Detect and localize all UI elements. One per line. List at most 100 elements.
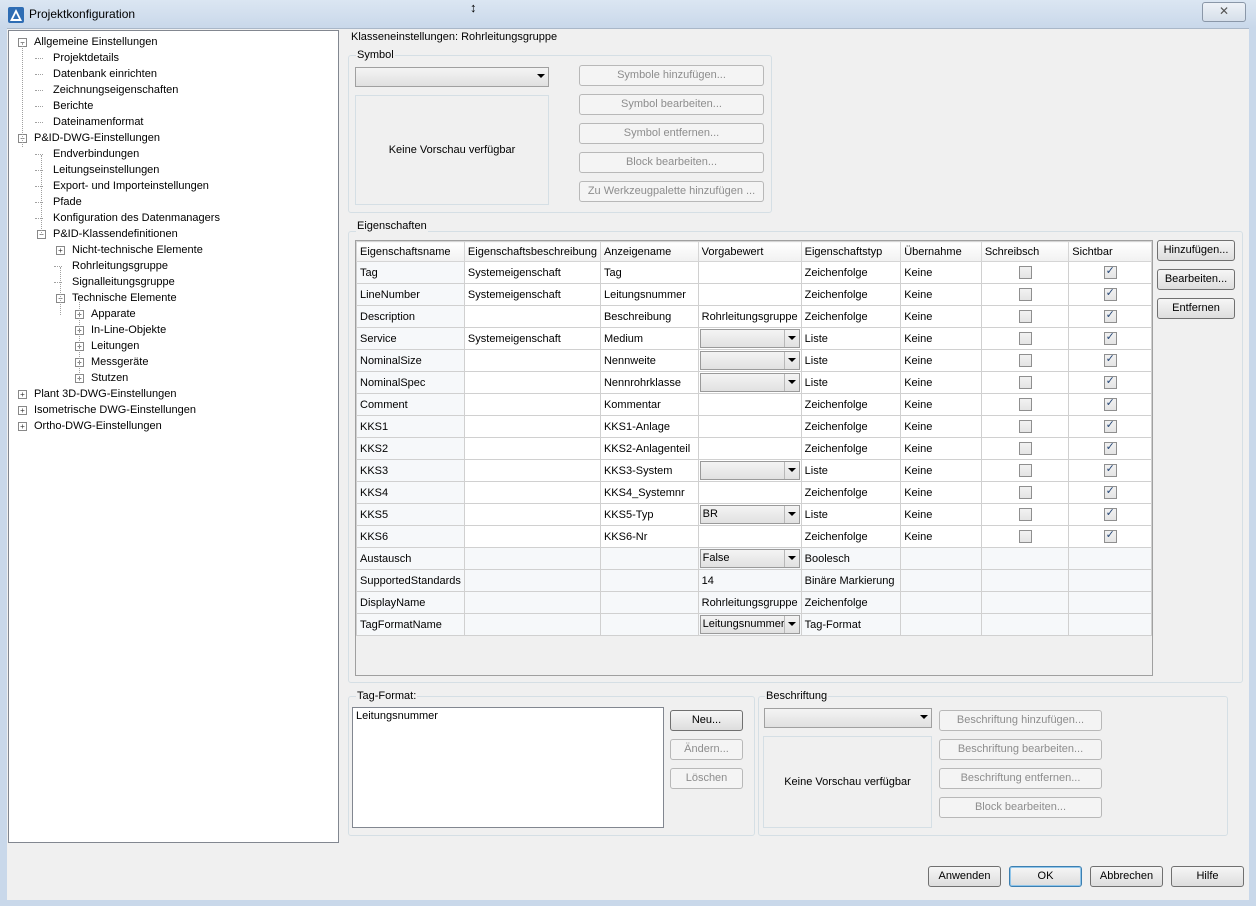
default-value-combo[interactable] [699, 461, 800, 480]
table-cell[interactable]: Nennrohrklasse [599, 371, 699, 394]
visible-checkbox[interactable] [1103, 484, 1117, 499]
table-cell[interactable]: Keine [900, 305, 982, 328]
table-cell[interactable] [1068, 503, 1152, 526]
table-row[interactable]: Service Systemeigenschaft Medium Liste Keine [356, 327, 1152, 350]
table-cell[interactable]: Zeichenfolge [800, 415, 902, 438]
table-cell[interactable] [980, 393, 1070, 416]
tag-format-list[interactable]: Leitungsnummer [352, 707, 664, 828]
tree-item[interactable]: Pfade [53, 195, 82, 209]
table-cell[interactable] [697, 525, 802, 548]
table-cell[interactable]: Keine [900, 371, 982, 394]
table-cell[interactable] [697, 393, 802, 416]
cancel-button[interactable]: Abbrechen [1090, 866, 1163, 887]
table-cell[interactable]: KKS1-Anlage [599, 415, 699, 438]
table-cell[interactable]: KKS5 [356, 503, 465, 526]
labeling-action-button[interactable]: Beschriftung hinzufügen... [939, 710, 1102, 731]
table-cell[interactable] [1068, 569, 1152, 592]
tree-item[interactable]: Zeichnungseigenschaften [53, 83, 178, 97]
tree-item[interactable]: P&ID-DWG-Einstellungen [34, 131, 160, 145]
tree-item[interactable]: Berichte [53, 99, 93, 113]
table-cell[interactable] [463, 305, 601, 328]
ok-button[interactable]: OK [1009, 866, 1082, 887]
table-cell[interactable] [900, 547, 982, 570]
table-cell[interactable] [980, 591, 1070, 614]
table-cell[interactable]: Liste [800, 503, 902, 526]
table-cell[interactable]: KKS3 [356, 459, 465, 482]
table-cell[interactable]: Keine [900, 525, 982, 548]
symbol-combo[interactable] [355, 67, 549, 87]
table-cell[interactable] [697, 327, 802, 350]
table-cell[interactable]: NominalSize [356, 349, 465, 372]
table-row[interactable]: Description Beschreibung Rohrleitungsgrupp… [356, 305, 1152, 328]
expand-icon[interactable]: + [18, 422, 27, 431]
table-cell[interactable]: DisplayName [356, 591, 465, 614]
default-value-combo[interactable]: False [699, 549, 800, 568]
readonly-checkbox[interactable] [1018, 530, 1032, 543]
table-cell[interactable]: Boolesch [800, 547, 902, 570]
list-item[interactable]: Leitungsnummer [353, 708, 663, 724]
table-cell[interactable] [697, 437, 802, 460]
expand-icon[interactable]: + [18, 406, 27, 415]
table-cell[interactable] [463, 393, 601, 416]
default-value-combo[interactable] [699, 373, 800, 392]
tree-item[interactable]: Ortho-DWG-Einstellungen [34, 419, 162, 433]
table-row[interactable]: KKS3 KKS3-System Liste Keine [356, 459, 1152, 482]
add-property-button[interactable]: Hinzufügen... [1157, 240, 1235, 261]
visible-checkbox[interactable] [1103, 440, 1117, 455]
visible-checkbox[interactable] [1103, 352, 1117, 367]
readonly-checkbox[interactable] [1018, 442, 1032, 455]
table-cell[interactable]: KKS2-Anlagenteil [599, 437, 699, 460]
table-cell[interactable] [463, 459, 601, 482]
table-cell[interactable]: Keine [900, 481, 982, 504]
apply-button[interactable]: Anwenden [928, 866, 1001, 887]
table-row[interactable]: Tag Systemeigenschaft Tag Zeichenfolge Keine [356, 261, 1152, 284]
table-cell[interactable] [980, 327, 1070, 350]
table-cell[interactable] [463, 371, 601, 394]
table-cell[interactable] [697, 261, 802, 284]
table-cell[interactable] [1068, 591, 1152, 614]
visible-checkbox[interactable] [1103, 462, 1117, 477]
table-cell[interactable] [980, 525, 1070, 548]
remove-property-button[interactable]: Entfernen [1157, 298, 1235, 319]
table-cell[interactable] [980, 459, 1070, 482]
default-value-combo[interactable]: Leitungsnummer [699, 615, 800, 634]
visible-checkbox[interactable] [1103, 396, 1117, 411]
default-value-combo[interactable] [699, 351, 800, 370]
table-row[interactable]: Comment Kommentar Zeichenfolge Keine [356, 393, 1152, 416]
table-cell[interactable]: KKS2 [356, 437, 465, 460]
table-cell[interactable] [697, 415, 802, 438]
symbol-action-button[interactable]: Symbol entfernen... [579, 123, 764, 144]
table-cell[interactable]: BR [697, 503, 802, 526]
table-cell[interactable]: Tag [599, 261, 699, 284]
table-cell[interactable] [980, 569, 1070, 592]
table-cell[interactable] [1068, 305, 1152, 328]
table-cell[interactable] [697, 349, 802, 372]
visible-checkbox[interactable] [1103, 506, 1117, 521]
properties-grid[interactable]: Eigenschaftsname Eigenschaftsbeschreibung… [355, 240, 1153, 676]
table-cell[interactable]: Description [356, 305, 465, 328]
change-tag-format-button[interactable]: Ändern... [670, 739, 743, 760]
table-cell[interactable]: Binäre Markierung [800, 569, 902, 592]
tree-item[interactable]: Konfiguration des Datenmanagers [53, 211, 220, 225]
table-row[interactable]: KKS4 KKS4_Systemnr Zeichenfolge Keine [356, 481, 1152, 504]
readonly-checkbox[interactable] [1018, 486, 1032, 499]
table-cell[interactable] [980, 349, 1070, 372]
table-cell[interactable]: Systemeigenschaft [463, 327, 601, 350]
readonly-checkbox[interactable] [1018, 310, 1032, 323]
labeling-action-button[interactable]: Beschriftung entfernen... [939, 768, 1102, 789]
table-cell[interactable]: KKS5-Typ [599, 503, 699, 526]
table-cell[interactable]: Leitungsnummer [697, 613, 802, 636]
visible-checkbox[interactable] [1103, 528, 1117, 543]
readonly-checkbox[interactable] [1018, 398, 1032, 411]
table-cell[interactable] [1068, 261, 1152, 284]
tree-item[interactable]: Stutzen [91, 371, 128, 385]
column-header[interactable]: Anzeigename [599, 241, 699, 262]
table-cell[interactable] [1068, 327, 1152, 350]
table-row[interactable]: KKS5 KKS5-Typ BR Liste Keine [356, 503, 1152, 526]
table-cell[interactable] [1068, 547, 1152, 570]
table-row[interactable]: NominalSize Nennweite Liste Keine [356, 349, 1152, 372]
table-row[interactable]: LineNumber Systemeigenschaft Leitungsnumme… [356, 283, 1152, 306]
table-cell[interactable]: Keine [900, 283, 982, 306]
table-cell[interactable]: Zeichenfolge [800, 481, 902, 504]
column-header[interactable]: Vorgabewert [697, 241, 802, 262]
